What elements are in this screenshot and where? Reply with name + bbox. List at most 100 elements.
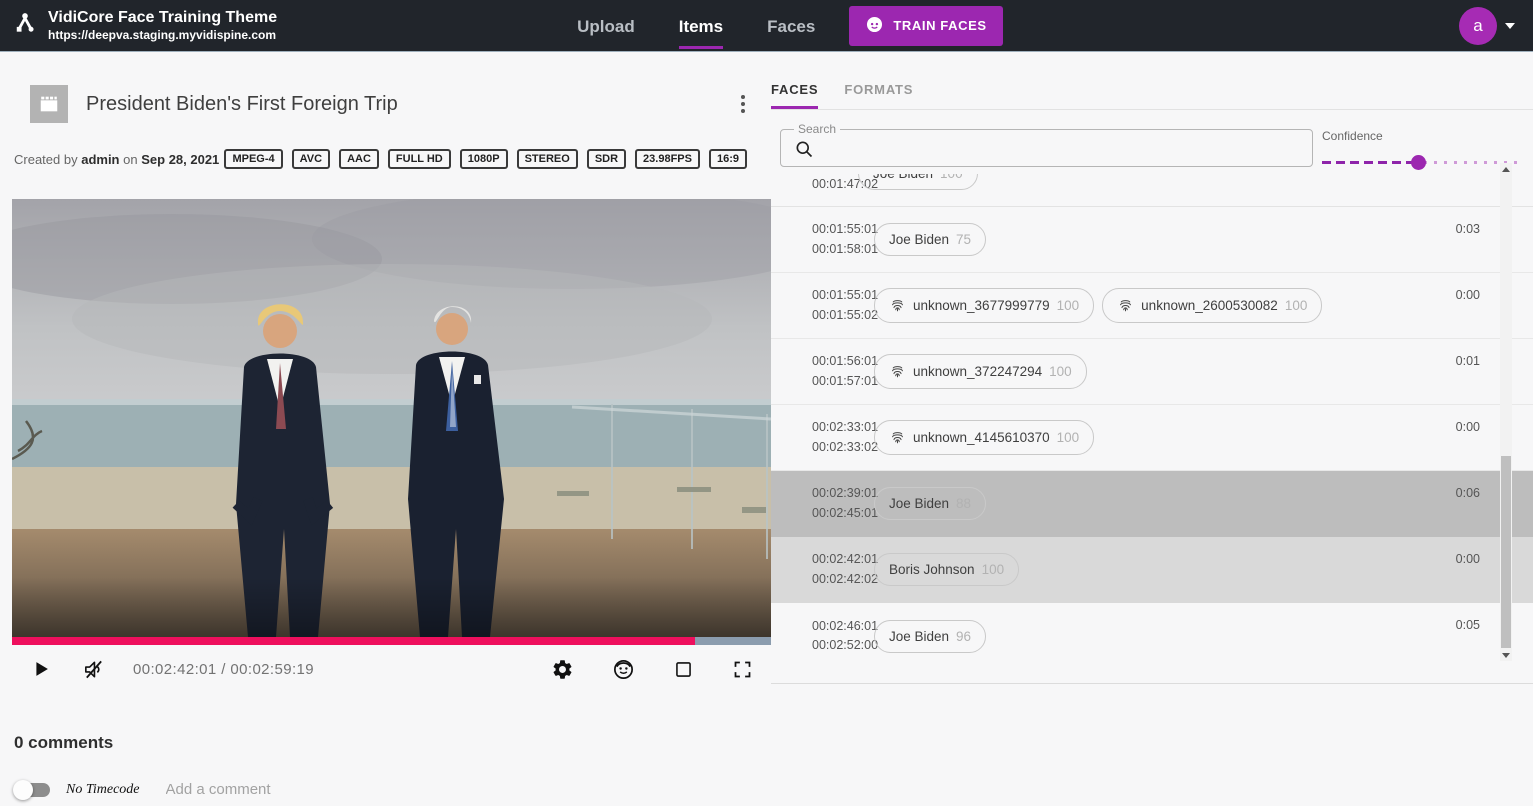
main-nav: Upload Items Faces xyxy=(577,3,815,49)
train-faces-button[interactable]: TRAIN FACES xyxy=(849,6,1002,46)
video-progress-bar[interactable] xyxy=(12,637,771,645)
face-chip[interactable]: Joe Biden 100 xyxy=(858,174,978,190)
tab-faces[interactable]: FACES xyxy=(771,82,818,109)
list-scrollbar[interactable] xyxy=(1500,163,1512,661)
avatar[interactable]: a xyxy=(1459,7,1497,45)
timecode-range: 00:02:42:0100:02:42:02 xyxy=(812,550,862,589)
page-title: President Biden's First Foreign Trip xyxy=(86,93,398,116)
face-chip[interactable]: Joe Biden 96 xyxy=(874,620,986,653)
settings-gear-icon[interactable] xyxy=(551,658,574,681)
format-badge: 16:9 xyxy=(709,149,747,169)
face-chip-name: Joe Biden xyxy=(889,496,949,511)
add-comment-input[interactable] xyxy=(166,781,772,798)
video-player[interactable] xyxy=(12,199,771,637)
detection-duration: 0:01 xyxy=(1456,354,1480,368)
created-by-text: Created by admin on Sep 28, 2021 xyxy=(14,152,219,167)
fingerprint-icon xyxy=(889,429,906,446)
app-titles: VidiCore Face Training Theme https://dee… xyxy=(48,8,277,43)
face-chip-name: Boris Johnson xyxy=(889,562,975,577)
face-chip[interactable]: unknown_372247294 100 xyxy=(874,354,1087,389)
timecode-range: 00:01:56:0100:01:57:01 xyxy=(812,352,862,391)
no-timecode-toggle[interactable] xyxy=(16,783,50,797)
fingerprint-icon xyxy=(1117,297,1134,314)
app-header: VidiCore Face Training Theme https://dee… xyxy=(0,0,1533,52)
chevron-down-icon[interactable] xyxy=(1505,23,1515,29)
timecode-range: 00:01:55:0100:01:55:02 xyxy=(812,286,862,325)
timecode-range: 00:02:33:0100:02:33:02 xyxy=(812,418,862,457)
face-chip-name: unknown_372247294 xyxy=(913,364,1042,379)
format-badge: 23.98FPS xyxy=(635,149,700,169)
face-row-partial[interactable]: 00:01:47:02 Joe Biden 100 xyxy=(771,174,1533,207)
face-overlay-icon[interactable] xyxy=(612,658,635,681)
app-title: VidiCore Face Training Theme xyxy=(48,8,277,28)
face-chip-name: Joe Biden xyxy=(889,232,949,247)
timecode-range: 00:01:55:0100:01:58:01 xyxy=(812,220,862,259)
face-row[interactable]: 00:02:33:0100:02:33:02 unknown_414561037… xyxy=(771,405,1533,471)
face-chip[interactable]: unknown_2600530082 100 xyxy=(1102,288,1322,323)
face-chip-name: unknown_2600530082 xyxy=(1141,298,1278,313)
user-menu: a xyxy=(1459,7,1515,45)
format-badge: AAC xyxy=(339,149,379,169)
play-button[interactable] xyxy=(30,658,52,680)
format-badge: 1080P xyxy=(460,149,508,169)
face-row[interactable]: 00:01:55:0100:01:58:01 Joe Biden 75 0:03 xyxy=(771,207,1533,273)
confidence-control: Confidence xyxy=(1322,129,1522,169)
face-chip[interactable]: unknown_4145610370 100 xyxy=(874,420,1094,455)
timecode-display: 00:02:42:01 / 00:02:59:19 xyxy=(133,661,314,678)
face-row[interactable]: 00:01:55:0100:01:55:02 unknown_367799977… xyxy=(771,273,1533,339)
face-chip[interactable]: unknown_3677999779 100 xyxy=(874,288,1094,323)
slider-track-filled xyxy=(1322,161,1418,164)
face-row[interactable]: 00:02:42:0100:02:42:02 Boris Johnson 100… xyxy=(771,537,1533,603)
face-detection-list: 00:01:47:02 Joe Biden 100 00:01:55:0100:… xyxy=(771,174,1533,672)
face-chip[interactable]: Boris Johnson 100 xyxy=(874,553,1019,586)
format-badge: AVC xyxy=(292,149,330,169)
detection-duration: 0:05 xyxy=(1456,618,1480,632)
detection-duration: 0:00 xyxy=(1456,552,1480,566)
face-row[interactable]: 00:02:46:0100:02:52:00 Joe Biden 96 0:05 xyxy=(771,603,1533,669)
face-chip-score: 75 xyxy=(956,232,971,247)
scrollbar-thumb[interactable] xyxy=(1501,456,1511,648)
face-row[interactable]: 00:02:39:0100:02:45:01 Joe Biden 88 0:06 xyxy=(771,471,1533,537)
comments-section: 0 comments No Timecode xyxy=(12,733,771,806)
fingerprint-icon xyxy=(889,297,906,314)
current-time: 00:02:42:01 xyxy=(133,661,217,678)
nav-item-faces[interactable]: Faces xyxy=(767,3,815,49)
confidence-slider[interactable] xyxy=(1322,155,1522,169)
detection-duration: 0:00 xyxy=(1456,420,1480,434)
face-chip[interactable]: Joe Biden 75 xyxy=(874,223,986,256)
scroll-down-button[interactable] xyxy=(1500,649,1512,661)
face-chip[interactable]: Joe Biden 88 xyxy=(874,487,986,520)
detection-duration: 0:06 xyxy=(1456,486,1480,500)
fingerprint-icon xyxy=(889,363,906,380)
comments-count: 0 comments xyxy=(14,733,771,753)
slider-thumb[interactable] xyxy=(1411,155,1426,170)
stop-square-icon[interactable] xyxy=(673,659,694,680)
no-timecode-label: No Timecode xyxy=(66,782,140,798)
face-chip-score: 88 xyxy=(956,496,971,511)
timecode-range: 00:02:39:0100:02:45:01 xyxy=(812,484,862,523)
player-controls: 00:02:42:01 / 00:02:59:19 xyxy=(12,645,771,693)
face-chip-score: 100 xyxy=(982,562,1005,577)
face-chip-name: unknown_3677999779 xyxy=(913,298,1050,313)
scroll-up-button[interactable] xyxy=(1500,163,1512,175)
item-detail-column: President Biden's First Foreign Trip Cre… xyxy=(0,52,771,806)
app-url: https://deepva.staging.myvidispine.com xyxy=(48,28,277,43)
face-chip-score: 100 xyxy=(1049,364,1072,379)
fullscreen-icon[interactable] xyxy=(732,659,753,680)
panel-divider xyxy=(771,683,1533,684)
nav-item-upload[interactable]: Upload xyxy=(577,3,635,49)
face-chip-score: 100 xyxy=(1057,298,1080,313)
face-row[interactable]: 00:01:56:0100:01:57:01 unknown_372247294… xyxy=(771,339,1533,405)
detection-duration: 0:03 xyxy=(1456,222,1480,236)
face-chip-name: Joe Biden xyxy=(873,174,933,181)
mute-icon[interactable] xyxy=(82,658,105,681)
format-badge: STEREO xyxy=(517,149,578,169)
face-chip-score: 96 xyxy=(956,629,971,644)
face-chip-score: 100 xyxy=(940,174,963,181)
tab-formats[interactable]: FORMATS xyxy=(844,82,913,109)
progress-fill xyxy=(12,637,695,645)
nav-item-items[interactable]: Items xyxy=(679,3,723,49)
search-input[interactable] xyxy=(821,131,1304,165)
more-options-button[interactable] xyxy=(737,91,749,117)
item-media-icon xyxy=(30,85,68,123)
